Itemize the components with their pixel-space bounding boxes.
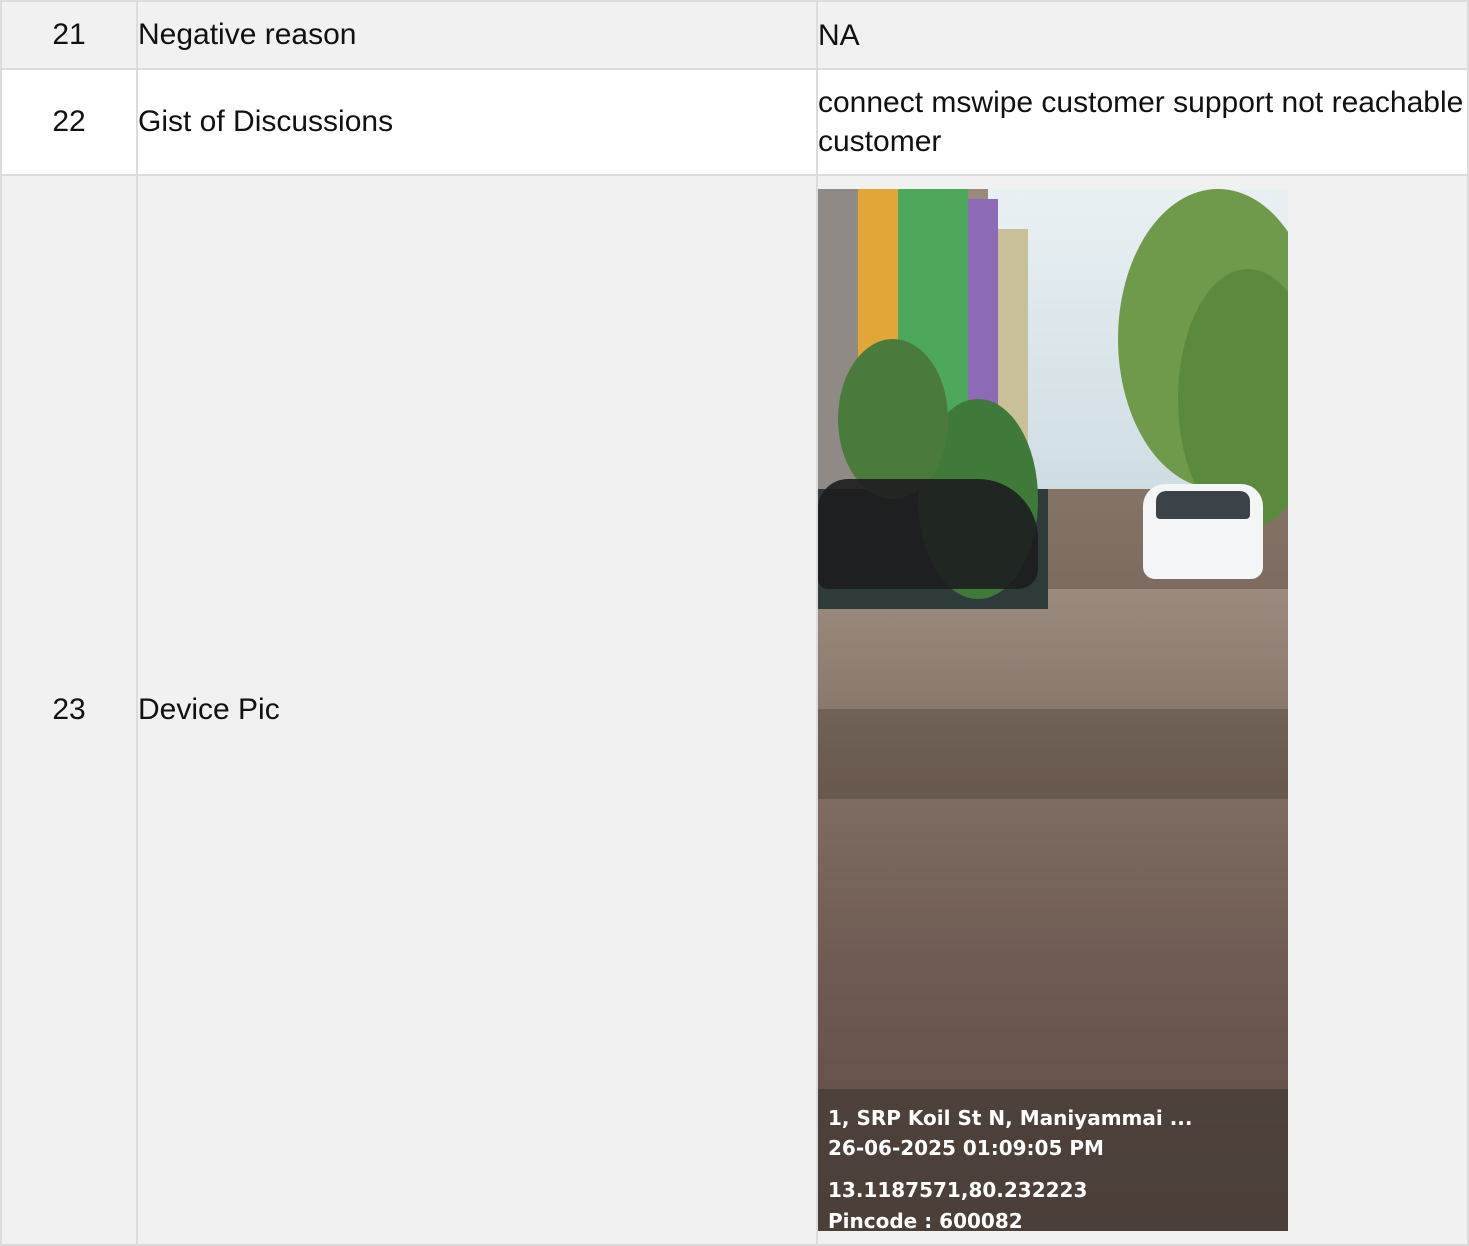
photo-parked-bikes <box>818 479 1038 589</box>
device-pic-cell: 1, SRP Koil St N, Maniyammai ... 26-06-2… <box>816 174 1469 1246</box>
geo-tag-overlay: 1, SRP Koil St N, Maniyammai ... 26-06-2… <box>818 1089 1288 1231</box>
device-photo[interactable]: 1, SRP Koil St N, Maniyammai ... 26-06-2… <box>818 189 1288 1231</box>
row-label: Device Pic <box>136 174 818 1246</box>
row-label: Gist of Discussions <box>136 68 818 176</box>
row-number: 22 <box>0 68 138 176</box>
row-label: Negative reason <box>136 0 818 70</box>
row-value: connect mswipe customer support not reac… <box>816 68 1469 176</box>
table-row: 23 Device Pic 1, SRP Koil St N, Maniyamm… <box>0 174 1469 1246</box>
table-row: 21 Negative reason NA <box>0 0 1469 70</box>
photo-tree <box>838 339 948 499</box>
geo-pincode: Pincode : 600082 <box>828 1209 1023 1231</box>
table-row: 22 Gist of Discussions connect mswipe cu… <box>0 68 1469 176</box>
photo-road-shadow <box>818 709 1288 799</box>
photo-car-window <box>1156 491 1250 519</box>
row-value: NA <box>816 0 1469 70</box>
row-number: 21 <box>0 0 138 70</box>
geo-datetime: 26-06-2025 01:09:05 PM <box>828 1136 1104 1160</box>
row-number: 23 <box>0 174 138 1246</box>
details-table: 21 Negative reason NA 22 Gist of Discuss… <box>0 0 1469 1246</box>
